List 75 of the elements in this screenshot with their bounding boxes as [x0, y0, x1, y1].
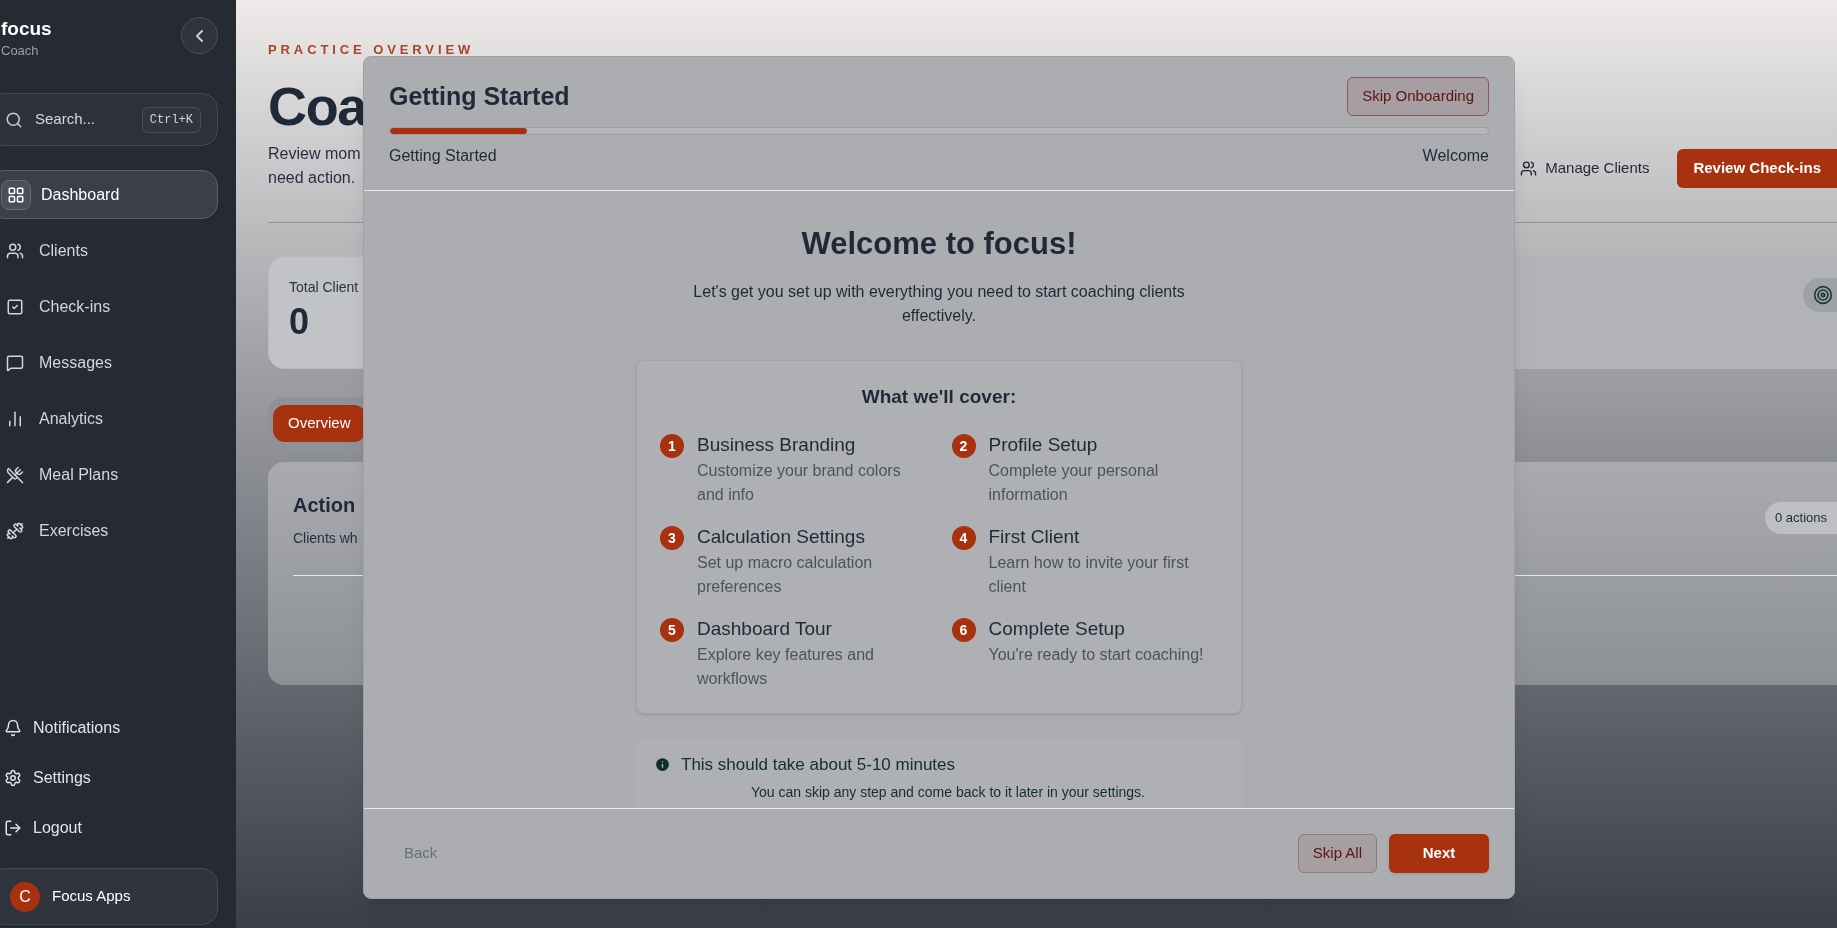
- welcome-text: Let's get you set up with everything you need to start coaching clients effectively.: [692, 281, 1186, 326]
- step-number: 3: [660, 526, 684, 550]
- profile-name: Focus Apps: [52, 886, 131, 907]
- card-title: Action: [293, 492, 357, 518]
- current-step: Getting Started: [389, 144, 497, 168]
- nav-item[interactable]: Meal Plans: [0, 450, 218, 499]
- step-title: Profile Setup: [988, 433, 1099, 457]
- step-number: 2: [951, 434, 976, 458]
- cover-title: What we'll cover:: [861, 384, 1017, 409]
- nav-item[interactable]: Clients: [0, 226, 218, 275]
- stat-label: Total Client: [289, 277, 359, 297]
- count-badge: 0 actions: [1764, 501, 1837, 534]
- search-field[interactable]: Search... Ctrl+K: [0, 93, 218, 146]
- step-description: Complete your personal information: [988, 461, 1160, 505]
- app-logo: focus: [1, 17, 52, 41]
- step-number: 1: [660, 434, 684, 458]
- profile-card[interactable]: C Focus Apps: [0, 868, 218, 925]
- sidebar-link[interactable]: Settings: [0, 756, 218, 800]
- target-icon: [1813, 284, 1833, 305]
- bar-chart-icon: [6, 409, 24, 428]
- step-description: You're ready to start coaching!: [988, 645, 1204, 665]
- step-number: 6: [951, 618, 976, 642]
- step-description: Set up macro calculation preferences: [697, 553, 874, 597]
- search-icon: [5, 110, 23, 129]
- sidebar-link[interactable]: Notifications: [0, 706, 218, 750]
- nav-item[interactable]: Exercises: [0, 506, 218, 555]
- app-subtitle: Coach: [1, 42, 40, 60]
- search-placeholder: Search...: [35, 109, 97, 130]
- sidebar-link[interactable]: Logout: [0, 806, 218, 850]
- step-title: Complete Setup: [988, 617, 1126, 641]
- manage-clients-button[interactable]: Manage Clients: [1520, 156, 1650, 180]
- checkbox-icon: [6, 297, 24, 316]
- tab[interactable]: Overview: [273, 404, 366, 442]
- nav-item[interactable]: Messages: [0, 338, 218, 387]
- info-icon: [654, 756, 671, 774]
- nav-item[interactable]: Check-ins: [0, 282, 218, 331]
- dialog-title: Getting Started: [389, 80, 570, 112]
- chevron-left-icon: [196, 29, 203, 42]
- skip-onboarding-button[interactable]: Skip Onboarding: [1347, 77, 1489, 116]
- step-description: Explore key features and workflows: [697, 645, 875, 689]
- welcome-heading: Welcome to focus!: [801, 225, 1077, 263]
- bell-icon: [4, 719, 22, 737]
- logout-icon: [4, 819, 22, 837]
- users-icon: [1520, 159, 1538, 177]
- next-step: Welcome: [1422, 144, 1489, 168]
- shortcut-hint: Ctrl+K: [141, 106, 201, 133]
- next-button[interactable]: Next: [1389, 834, 1489, 873]
- settings-icon: [4, 769, 22, 787]
- step-title: First Client: [988, 525, 1081, 549]
- page-description: need action.: [268, 167, 357, 188]
- eyebrow-label: PRACTICE OVERVIEW: [268, 41, 476, 59]
- message-icon: [6, 353, 24, 372]
- avatar: C: [10, 881, 40, 912]
- step-title: Calculation Settings: [697, 525, 866, 549]
- stat-value: 0: [289, 299, 310, 344]
- review-button[interactable]: Review Check-ins: [1677, 148, 1837, 188]
- step-title: Business Branding: [697, 433, 857, 457]
- step-number: 5: [660, 618, 684, 642]
- nav-item[interactable]: Dashboard: [0, 170, 218, 219]
- users-icon: [6, 241, 24, 260]
- utensils-icon: [6, 465, 24, 484]
- card-subtitle: Clients wh: [293, 528, 358, 548]
- info-title: This should take about 5-10 minutes: [681, 754, 956, 776]
- step-description: Customize your brand colors and info: [697, 461, 902, 505]
- dumbbell-icon: [6, 521, 24, 540]
- nav-item[interactable]: Analytics: [0, 394, 218, 443]
- step-description: Learn how to invite your first client: [988, 553, 1190, 597]
- step-title: Dashboard Tour: [697, 617, 833, 641]
- info-text: You can skip any step and come back to it later in your settings.: [750, 782, 1145, 802]
- collapse-button[interactable]: [181, 17, 218, 54]
- page-title: Coa: [268, 74, 366, 138]
- step-number: 4: [951, 526, 976, 550]
- page-description: Review mom: [268, 143, 362, 164]
- skip-all-button[interactable]: Skip All: [1297, 834, 1377, 873]
- grid-icon: [7, 185, 25, 204]
